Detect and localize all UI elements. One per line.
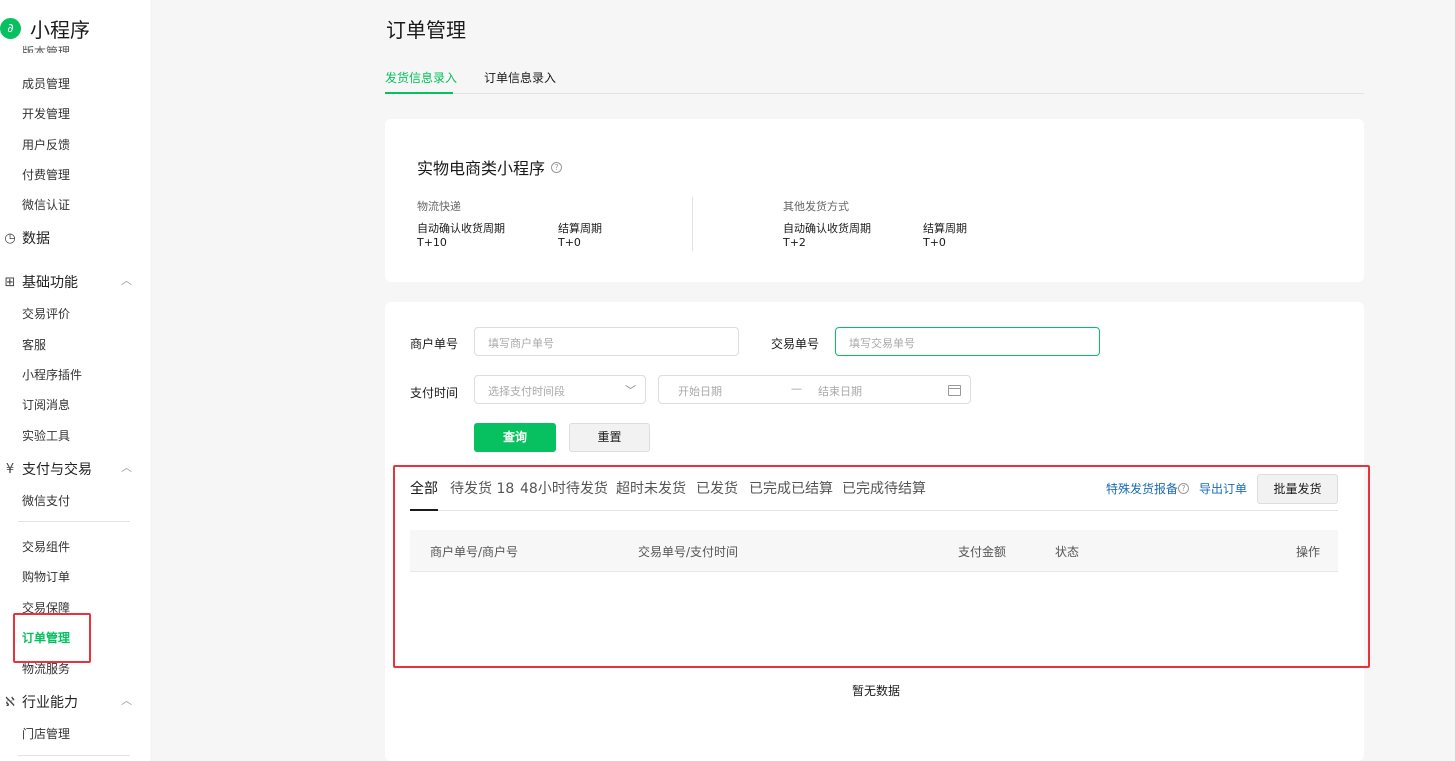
sidebar-item-version[interactable]: 版本管理 [22, 43, 70, 53]
sidebar-divider [18, 755, 130, 756]
pay-time-select-value: 选择支付时间段 [488, 385, 565, 398]
sidebar-item-plugins[interactable]: 小程序插件 [22, 366, 82, 383]
merchant-no-input[interactable]: 填写商户单号 [474, 327, 739, 356]
end-date-input[interactable]: 结束日期 [818, 383, 862, 399]
other-shipping-heading: 其他发货方式 [783, 200, 849, 213]
industry-icon: ℵ [5, 694, 15, 710]
settle-cycle-label: 结算周期 [558, 222, 602, 235]
sidebar-divider [18, 521, 130, 522]
settle-cycle-label: 结算周期 [923, 222, 967, 235]
settle-cycle-value: T+0 [558, 236, 581, 249]
tab-order-info[interactable]: 订单信息录入 [484, 69, 556, 86]
card-title: 实物电商类小程序 ? [417, 155, 563, 179]
confirm-cycle-label: 自动确认收货周期 [417, 222, 505, 235]
sidebar-item-verify[interactable]: 微信认证 [22, 196, 70, 213]
sidebar-group-label: 数据 [22, 231, 50, 247]
sidebar-item-stores[interactable]: 门店管理 [22, 725, 70, 742]
highlight-box [13, 613, 91, 663]
date-separator: — [791, 382, 802, 395]
card-title-text: 实物电商类小程序 [417, 159, 546, 178]
sidebar-item-subscribe[interactable]: 订阅消息 [22, 396, 70, 413]
calendar-icon[interactable] [948, 385, 961, 396]
sidebar-item-members[interactable]: 成员管理 [22, 75, 70, 92]
sidebar-item-feedback[interactable]: 用户反馈 [22, 136, 70, 153]
settle-cycle-value: T+0 [923, 236, 946, 249]
active-tab-indicator [385, 92, 453, 94]
query-button[interactable]: 查询 [474, 423, 556, 452]
clock-icon: ◷ [4, 230, 16, 246]
date-range-picker[interactable]: 开始日期 — 结束日期 [658, 375, 971, 404]
sidebar-item-wechat-pay[interactable]: 微信支付 [22, 492, 70, 509]
sidebar-group-pay[interactable]: ¥ 支付与交易 [3, 459, 92, 479]
app-name: 小程序 [30, 18, 90, 42]
yen-icon: ¥ [5, 461, 15, 477]
sidebar-item-service[interactable]: 客服 [22, 336, 46, 353]
confirm-cycle-value: T+2 [783, 236, 806, 249]
sidebar-item-billing[interactable]: 付费管理 [22, 166, 70, 183]
sidebar-group-basic[interactable]: ⊞ 基础功能 [3, 272, 78, 292]
pay-time-label: 支付时间 [410, 386, 459, 400]
top-tab-bar: 发货信息录入 订单信息录入 [385, 60, 1364, 94]
sidebar-group-data[interactable]: ◷ 数据 [3, 228, 50, 248]
logistics-heading: 物流快递 [417, 200, 461, 213]
pay-time-select[interactable]: 选择支付时间段 ﹀ [474, 375, 646, 404]
sidebar-item-reviews[interactable]: 交易评价 [22, 305, 70, 322]
sidebar-item-shopping-orders[interactable]: 购物订单 [22, 568, 70, 585]
confirm-cycle-value: T+10 [417, 236, 447, 249]
chevron-up-icon[interactable]: ︿ [121, 692, 132, 708]
help-icon[interactable]: ? [551, 161, 563, 173]
empty-state-text: 暂无数据 [852, 684, 901, 698]
start-date-input[interactable]: 开始日期 [678, 383, 722, 399]
chevron-up-icon[interactable]: ︿ [121, 272, 132, 288]
trade-no-label: 交易单号 [771, 337, 820, 351]
app-logo[interactable]: ∂ 小程序 [0, 14, 90, 43]
sidebar-item-experiment[interactable]: 实验工具 [22, 427, 70, 444]
sidebar-group-label: 基础功能 [22, 275, 78, 291]
grid-icon: ⊞ [4, 274, 16, 290]
sidebar-group-industry[interactable]: ℵ 行业能力 [3, 692, 78, 712]
sidebar-item-dev[interactable]: 开发管理 [22, 105, 70, 122]
merchant-no-label: 商户单号 [410, 337, 459, 351]
chevron-down-icon: ﹀ [625, 384, 636, 397]
highlight-box [393, 465, 1370, 668]
page-title: 订单管理 [386, 18, 466, 42]
trade-no-input[interactable]: 填写交易单号 [835, 327, 1100, 356]
reset-button[interactable]: 重置 [569, 423, 650, 452]
sidebar-group-label: 支付与交易 [22, 462, 92, 478]
tab-shipping-info[interactable]: 发货信息录入 [385, 69, 457, 86]
sidebar-group-label: 行业能力 [22, 695, 78, 711]
divider [692, 197, 693, 251]
sidebar-item-trade-component[interactable]: 交易组件 [22, 538, 70, 555]
miniprogram-logo-icon: ∂ [0, 18, 21, 39]
confirm-cycle-label: 自动确认收货周期 [783, 222, 871, 235]
chevron-up-icon[interactable]: ︿ [121, 459, 132, 475]
merchant-type-card: 实物电商类小程序 ? 物流快递 自动确认收货周期 T+10 结算周期 T+0 其… [385, 119, 1364, 282]
